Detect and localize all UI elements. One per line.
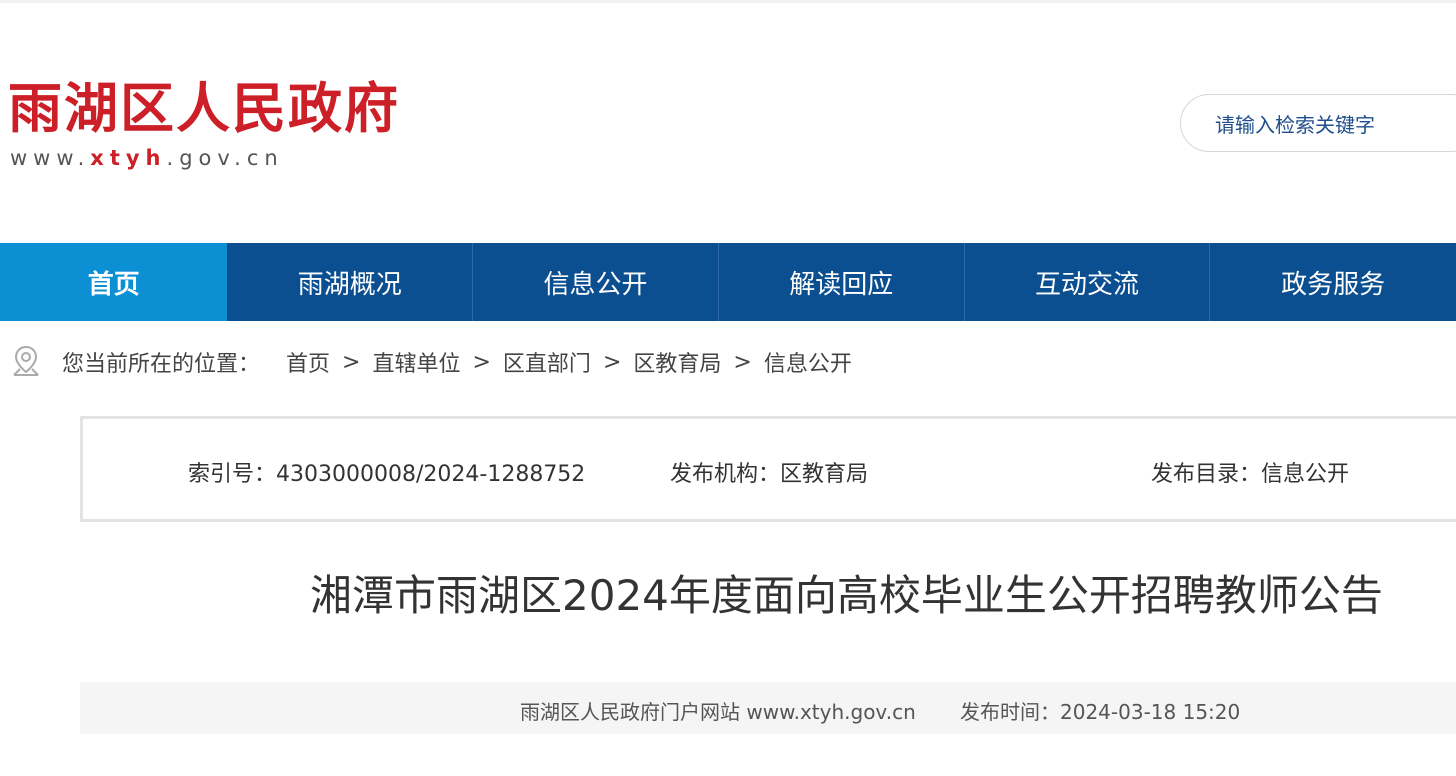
meta-org-label: 发布机构：	[670, 462, 781, 487]
breadcrumb: 您当前所在的位置： 首页 > 直辖单位 > 区直部门 > 区教育局 > 信息公开	[10, 344, 852, 380]
breadcrumb-item-education-bureau[interactable]: 区教育局	[633, 346, 721, 378]
breadcrumb-separator: >	[342, 349, 361, 375]
breadcrumb-separator: >	[733, 349, 752, 375]
breadcrumb-label: 您当前所在的位置：	[62, 352, 261, 377]
url-highlight: xtyh	[90, 146, 167, 170]
search-box[interactable]	[1180, 94, 1456, 152]
main-nav: 首页 雨湖概况 信息公开 解读回应 互动交流 政务服务	[0, 243, 1456, 321]
article-publish-time: 发布时间：2024-03-18 15:20	[960, 696, 1240, 725]
meta-index: 索引号：4303000008/2024-1288752	[188, 456, 585, 488]
article-info-bar: 雨湖区人民政府门户网站 www.xtyh.gov.cn 发布时间：2024-03…	[80, 682, 1456, 734]
meta-catalog-value: 信息公开	[1261, 462, 1350, 487]
nav-item-overview[interactable]: 雨湖概况	[227, 243, 474, 321]
meta-index-label: 索引号：	[188, 462, 277, 487]
nav-item-interaction[interactable]: 互动交流	[965, 243, 1211, 321]
meta-catalog-label: 发布目录：	[1151, 462, 1262, 487]
meta-catalog: 发布目录：信息公开	[1151, 456, 1349, 488]
url-suffix: .gov.cn	[166, 146, 284, 170]
article-source: 雨湖区人民政府门户网站 www.xtyh.gov.cn	[520, 700, 916, 724]
nav-item-interpretation[interactable]: 解读回应	[719, 243, 965, 321]
breadcrumb-item-info-disclosure[interactable]: 信息公开	[764, 346, 852, 378]
publish-label: 发布时间：	[960, 700, 1060, 724]
document-meta-box: 索引号：4303000008/2024-1288752 发布机构：区教育局 发布…	[80, 416, 1456, 522]
nav-item-home[interactable]: 首页	[0, 243, 228, 321]
site-logo-title[interactable]: 雨湖区人民政府	[8, 76, 400, 142]
search-input[interactable]	[1213, 109, 1456, 141]
nav-item-info-disclosure[interactable]: 信息公开	[473, 243, 719, 321]
meta-index-value: 4303000008/2024-1288752	[276, 462, 586, 487]
article-title: 湘潭市雨湖区2024年度面向高校毕业生公开招聘教师公告	[310, 571, 1383, 620]
breadcrumb-separator: >	[472, 349, 491, 375]
url-prefix: www.	[10, 146, 91, 170]
location-pin-icon	[13, 345, 39, 376]
site-logo-url: www.xtyh.gov.cn	[10, 146, 284, 170]
breadcrumb-item-units[interactable]: 直辖单位	[372, 346, 460, 378]
meta-org: 发布机构：区教育局	[670, 456, 868, 488]
meta-org-value: 区教育局	[780, 462, 869, 487]
breadcrumb-item-departments[interactable]: 区直部门	[503, 346, 591, 378]
nav-item-services[interactable]: 政务服务	[1210, 243, 1456, 321]
breadcrumb-separator: >	[602, 349, 622, 375]
publish-value: 2024-03-18 15:20	[1060, 700, 1241, 724]
breadcrumb-item-home[interactable]: 首页	[286, 346, 330, 378]
top-divider	[0, 0, 1456, 3]
